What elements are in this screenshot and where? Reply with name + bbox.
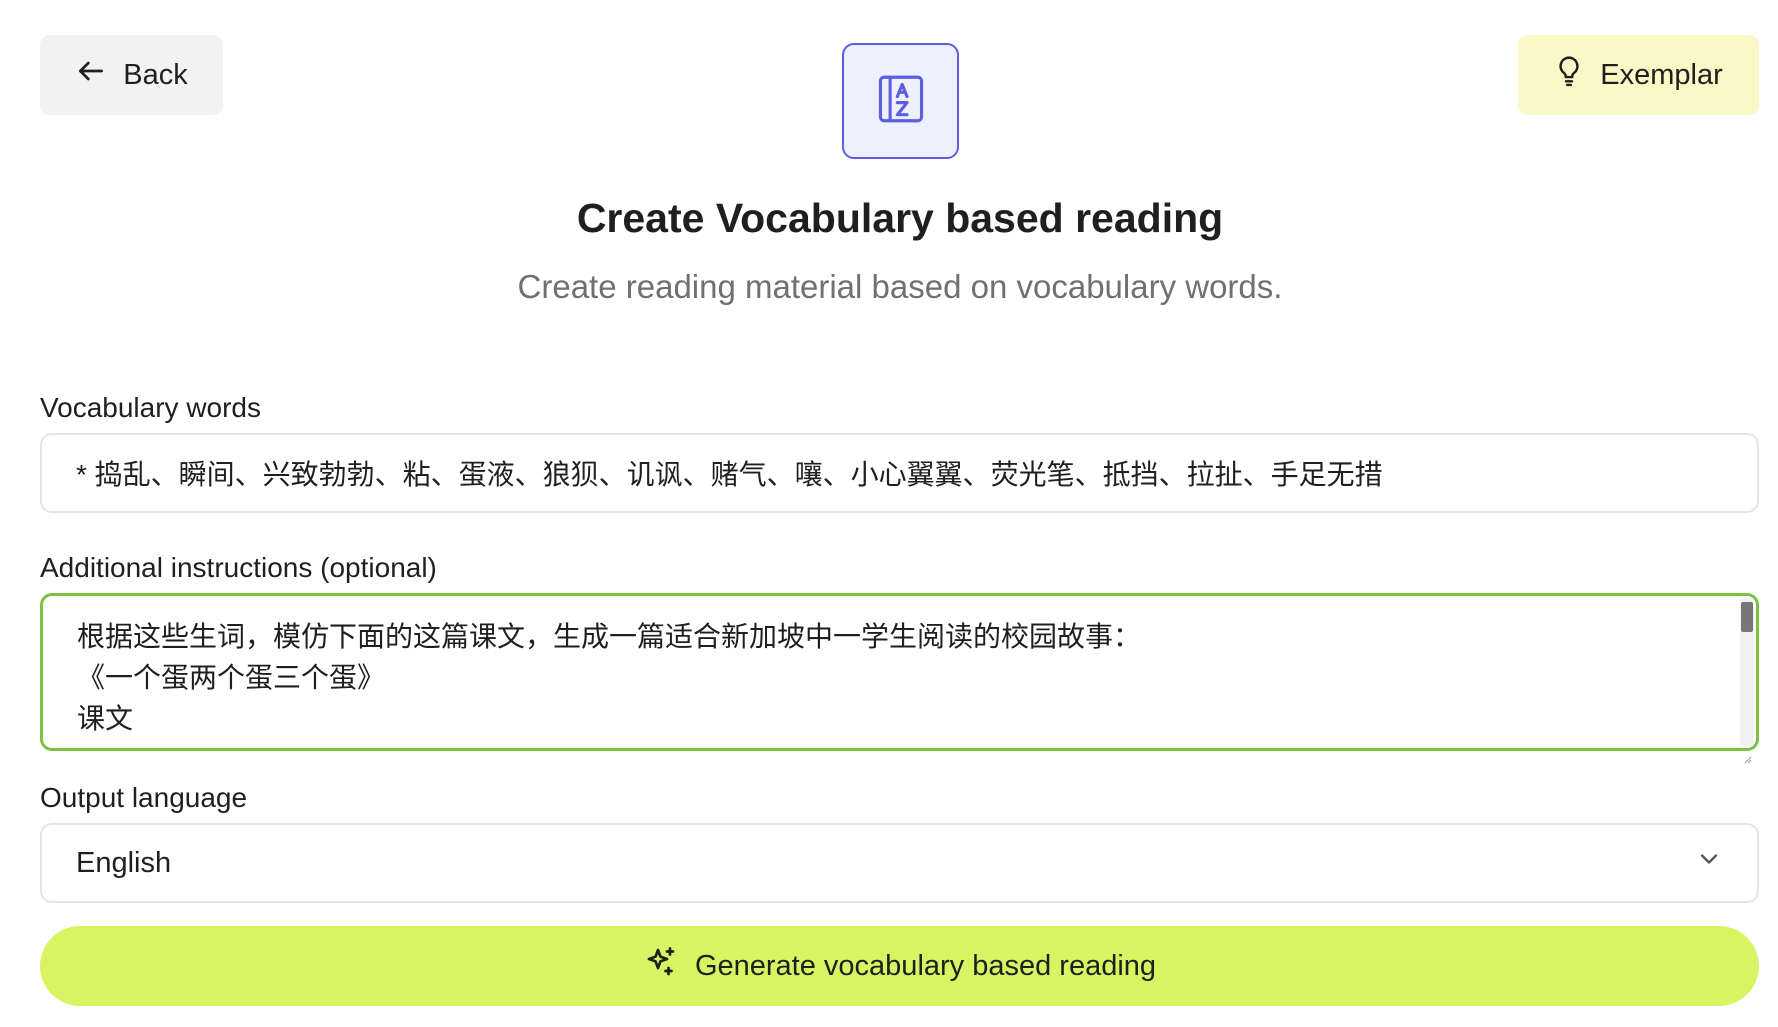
- language-value: English: [76, 846, 172, 879]
- generate-button[interactable]: Generate vocabulary based reading: [40, 926, 1759, 1006]
- back-button[interactable]: Back: [40, 35, 223, 115]
- instructions-label: Additional instructions (optional): [40, 552, 437, 583]
- sparkles-icon: [643, 944, 679, 988]
- page-subtitle: Create reading material based on vocabul…: [517, 268, 1283, 305]
- exemplar-button[interactable]: Exemplar: [1518, 35, 1759, 115]
- back-label: Back: [123, 58, 188, 91]
- textarea-scrollbar-thumb[interactable]: [1741, 602, 1753, 632]
- exemplar-label: Exemplar: [1600, 58, 1723, 91]
- vocab-input[interactable]: * 捣乱、瞬间、兴致勃勃、粘、蛋液、狼狈、讥讽、赌气、嚷、小心翼翼、荧光笔、抵挡…: [40, 433, 1759, 513]
- page: Back Exemplar Create Vocabulary based re…: [0, 0, 1778, 1027]
- instructions-textarea[interactable]: 根据这些生词，模仿下面的这篇课文，生成一篇适合新加坡中一学生阅读的校园故事： 《…: [40, 593, 1759, 764]
- logo: [842, 43, 959, 159]
- instructions-line: 《一个蛋两个蛋三个蛋》: [77, 662, 386, 693]
- lightbulb-icon: [1554, 54, 1584, 96]
- resize-handle-icon[interactable]: [1742, 734, 1752, 764]
- vocab-label: Vocabulary words: [40, 392, 262, 423]
- instructions-line: 课文: [77, 703, 134, 734]
- chevron-down-icon: [1695, 845, 1723, 881]
- az-dictionary-icon: [872, 70, 930, 133]
- page-title: Create Vocabulary based reading: [576, 195, 1224, 241]
- generate-label: Generate vocabulary based reading: [694, 949, 1157, 982]
- language-select[interactable]: English: [40, 823, 1759, 903]
- instructions-line: 根据这些生词，模仿下面的这篇课文，生成一篇适合新加坡中一学生阅读的校园故事：: [77, 621, 1142, 652]
- language-label: Output language: [40, 782, 248, 813]
- arrow-left-icon: [75, 55, 107, 95]
- vocab-value: * 捣乱、瞬间、兴致勃勃、粘、蛋液、狼狈、讥讽、赌气、嚷、小心翼翼、荧光笔、抵挡…: [76, 459, 1383, 490]
